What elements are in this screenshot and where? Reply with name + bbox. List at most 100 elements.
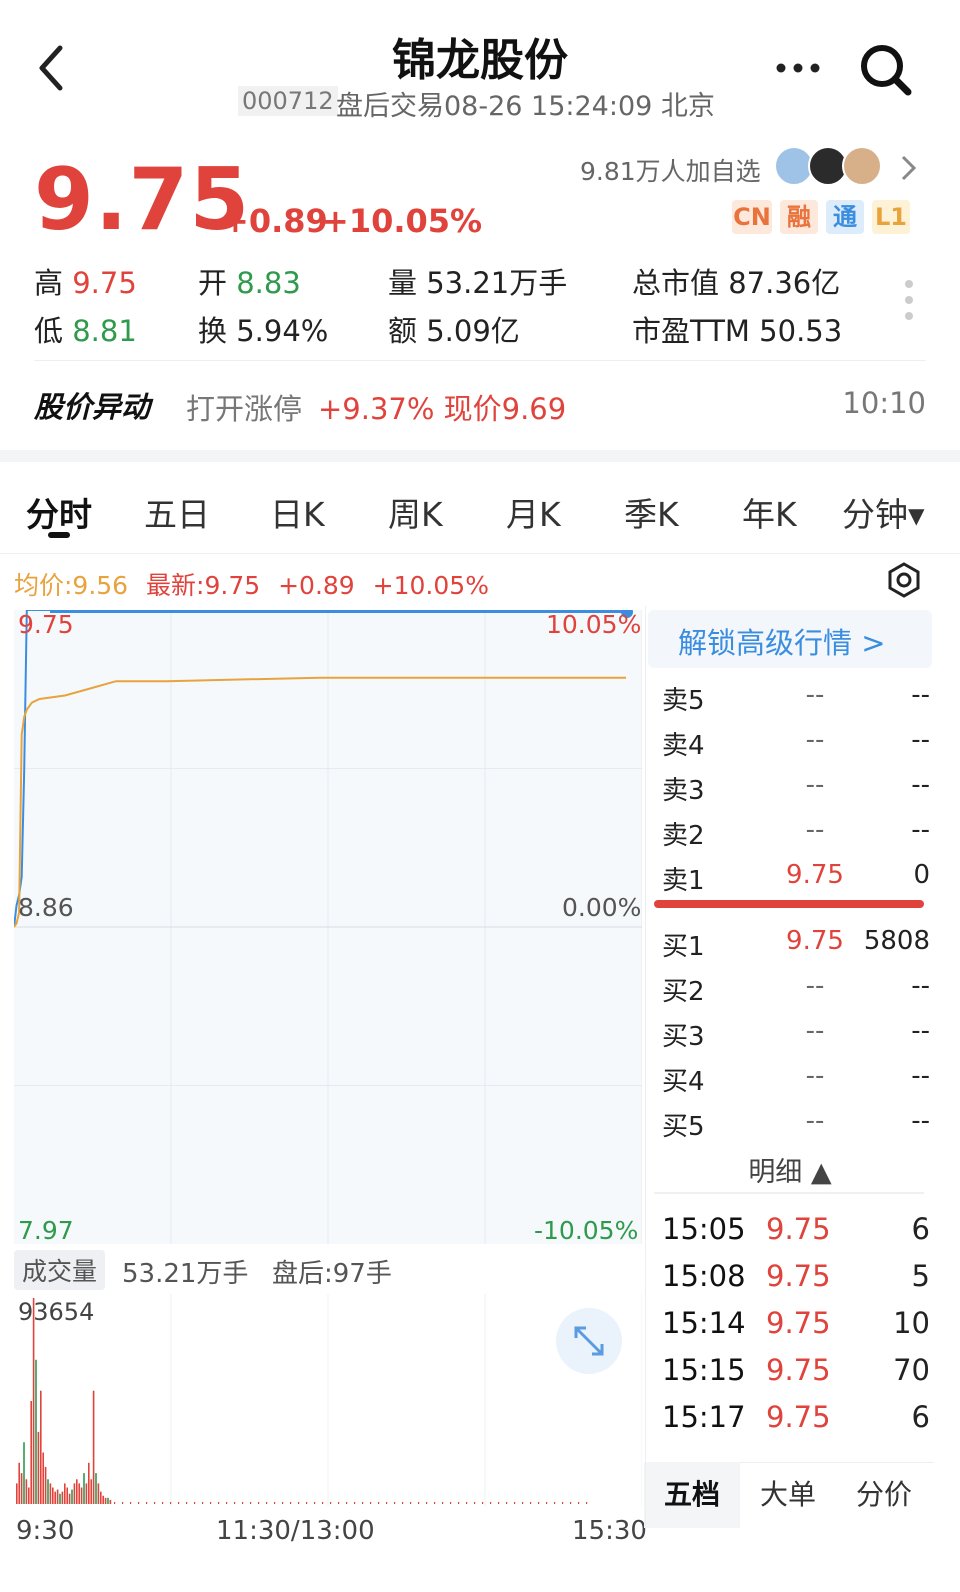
volume-bar	[490, 1502, 492, 1504]
level-volume: --	[911, 815, 930, 845]
level-label: 买4	[662, 1067, 705, 1097]
volume-bar	[95, 1473, 97, 1504]
volume-bar	[234, 1502, 236, 1504]
volume-bar	[250, 1502, 252, 1504]
ask-row: 卖1 9.75 0	[662, 852, 940, 896]
latest-change-pct: +10.05%	[372, 571, 489, 600]
alert-bar[interactable]: 股价异动 打开涨停 +9.37% 现价9.69 10:10	[34, 380, 926, 430]
stat-pe: 市盈TTM 50.53	[632, 314, 843, 348]
volume-bar	[49, 1483, 52, 1504]
back-icon[interactable]	[34, 44, 68, 92]
time-axis-mid: 11:30/13:00	[216, 1516, 375, 1546]
trade-price: 9.75	[766, 1353, 831, 1387]
session-info: 盘后交易08-26 15:24:09 北京	[336, 91, 715, 122]
y-label-top: 9.75	[18, 610, 74, 639]
y-label-mid-pct: 0.00%	[562, 893, 642, 922]
volume-bar	[71, 1489, 73, 1504]
more-icon[interactable]	[776, 62, 820, 74]
level-volume: --	[911, 1106, 930, 1136]
tab-yearly-k[interactable]: 年K	[742, 488, 797, 536]
volume-bar	[266, 1502, 268, 1504]
price-change-pct: +10.05%	[322, 202, 483, 240]
avg-price: 均价:9.56	[14, 571, 129, 600]
volume-bar	[194, 1502, 196, 1504]
volume-bar	[37, 1431, 40, 1504]
unlock-advanced-quote[interactable]: 解锁高级行情 >	[648, 610, 932, 668]
volume-header: 成交量 53.21万手 盘后:97手	[14, 1250, 642, 1290]
level-volume: --	[911, 971, 930, 1001]
volume-bar	[354, 1502, 356, 1504]
trade-row: 15:08 9.75 5	[662, 1253, 940, 1299]
volume-bar	[570, 1502, 572, 1504]
trade-time: 15:05	[662, 1212, 746, 1246]
ask-row: 卖3 -- --	[662, 762, 940, 806]
level-label: 买1	[662, 932, 705, 962]
level-volume: 5808	[863, 926, 930, 956]
stat-turnover: 换 5.94%	[198, 314, 329, 348]
trade-volume: 6	[911, 1212, 930, 1246]
volume-bar	[52, 1487, 54, 1504]
trade-time: 15:14	[662, 1306, 746, 1340]
level-price: --	[805, 815, 825, 845]
tab-five-levels[interactable]: 五档	[644, 1462, 740, 1528]
tab-intraday[interactable]: 分时	[26, 488, 92, 536]
level-label: 卖1	[662, 866, 705, 896]
volume-bar	[162, 1502, 164, 1504]
volume-bar	[64, 1483, 66, 1504]
volume-bar	[370, 1502, 372, 1504]
volume-bar	[78, 1483, 80, 1504]
tab-weekly-k[interactable]: 周K	[388, 488, 443, 536]
top-nav: 锦龙股份 000712 盘后交易08-26 15:24:09 北京	[0, 0, 960, 130]
level-price: --	[805, 725, 825, 755]
volume-label[interactable]: 成交量	[14, 1250, 106, 1290]
volume-bar	[23, 1442, 25, 1504]
trade-volume: 6	[911, 1400, 930, 1434]
volume-bar	[44, 1466, 47, 1504]
volume-bar	[426, 1502, 428, 1504]
volume-bar	[578, 1502, 580, 1504]
volume-bar	[88, 1462, 90, 1504]
fullscreen-button[interactable]	[556, 1308, 622, 1374]
volume-bar	[346, 1502, 348, 1504]
tab-five-day[interactable]: 五日	[144, 488, 210, 536]
settings-icon[interactable]	[886, 562, 922, 598]
intraday-price-chart[interactable]	[14, 610, 642, 1244]
volume-bar	[450, 1502, 452, 1504]
volume-bar	[306, 1502, 308, 1504]
level-label: 买5	[662, 1112, 705, 1142]
level-label: 卖2	[662, 821, 705, 851]
price-change: +0.89	[222, 202, 328, 240]
tab-price-distribution[interactable]: 分价	[836, 1462, 932, 1528]
chevron-right-icon[interactable]	[900, 154, 918, 182]
divider	[34, 360, 926, 361]
volume-bar	[66, 1487, 68, 1504]
tab-monthly-k[interactable]: 月K	[506, 488, 561, 536]
tab-minute[interactable]: 分钟▾	[842, 488, 925, 536]
detail-title[interactable]: 明细 ▲	[648, 1150, 932, 1189]
avatar-group[interactable]	[774, 146, 886, 188]
expand-dots-icon[interactable]	[902, 278, 916, 322]
trade-price: 9.75	[766, 1212, 831, 1246]
search-icon[interactable]	[858, 42, 914, 98]
volume-chart[interactable]	[14, 1294, 642, 1506]
level-volume: --	[911, 725, 930, 755]
volume-bar	[59, 1493, 61, 1504]
level-volume: 0	[913, 860, 930, 890]
trade-volume: 5	[911, 1259, 930, 1293]
trade-row: 15:17 9.75 6	[662, 1394, 940, 1440]
volume-bar	[146, 1502, 148, 1504]
tab-active-indicator	[48, 532, 70, 538]
bid-row: 买4 -- --	[662, 1053, 940, 1097]
volume-bar	[338, 1502, 340, 1504]
stat-high: 高 9.75	[34, 266, 137, 300]
tab-quarterly-k[interactable]: 季K	[624, 488, 679, 536]
stat-open: 开 8.83	[198, 266, 301, 300]
volume-bar	[402, 1502, 404, 1504]
tab-large-orders[interactable]: 大单	[740, 1462, 836, 1528]
volume-bar	[394, 1502, 396, 1504]
volume-bar	[85, 1483, 88, 1504]
volume-bar	[442, 1502, 444, 1504]
tab-daily-k[interactable]: 日K	[270, 488, 325, 536]
volume-bar	[282, 1502, 284, 1504]
level-label: 买3	[662, 1022, 705, 1052]
